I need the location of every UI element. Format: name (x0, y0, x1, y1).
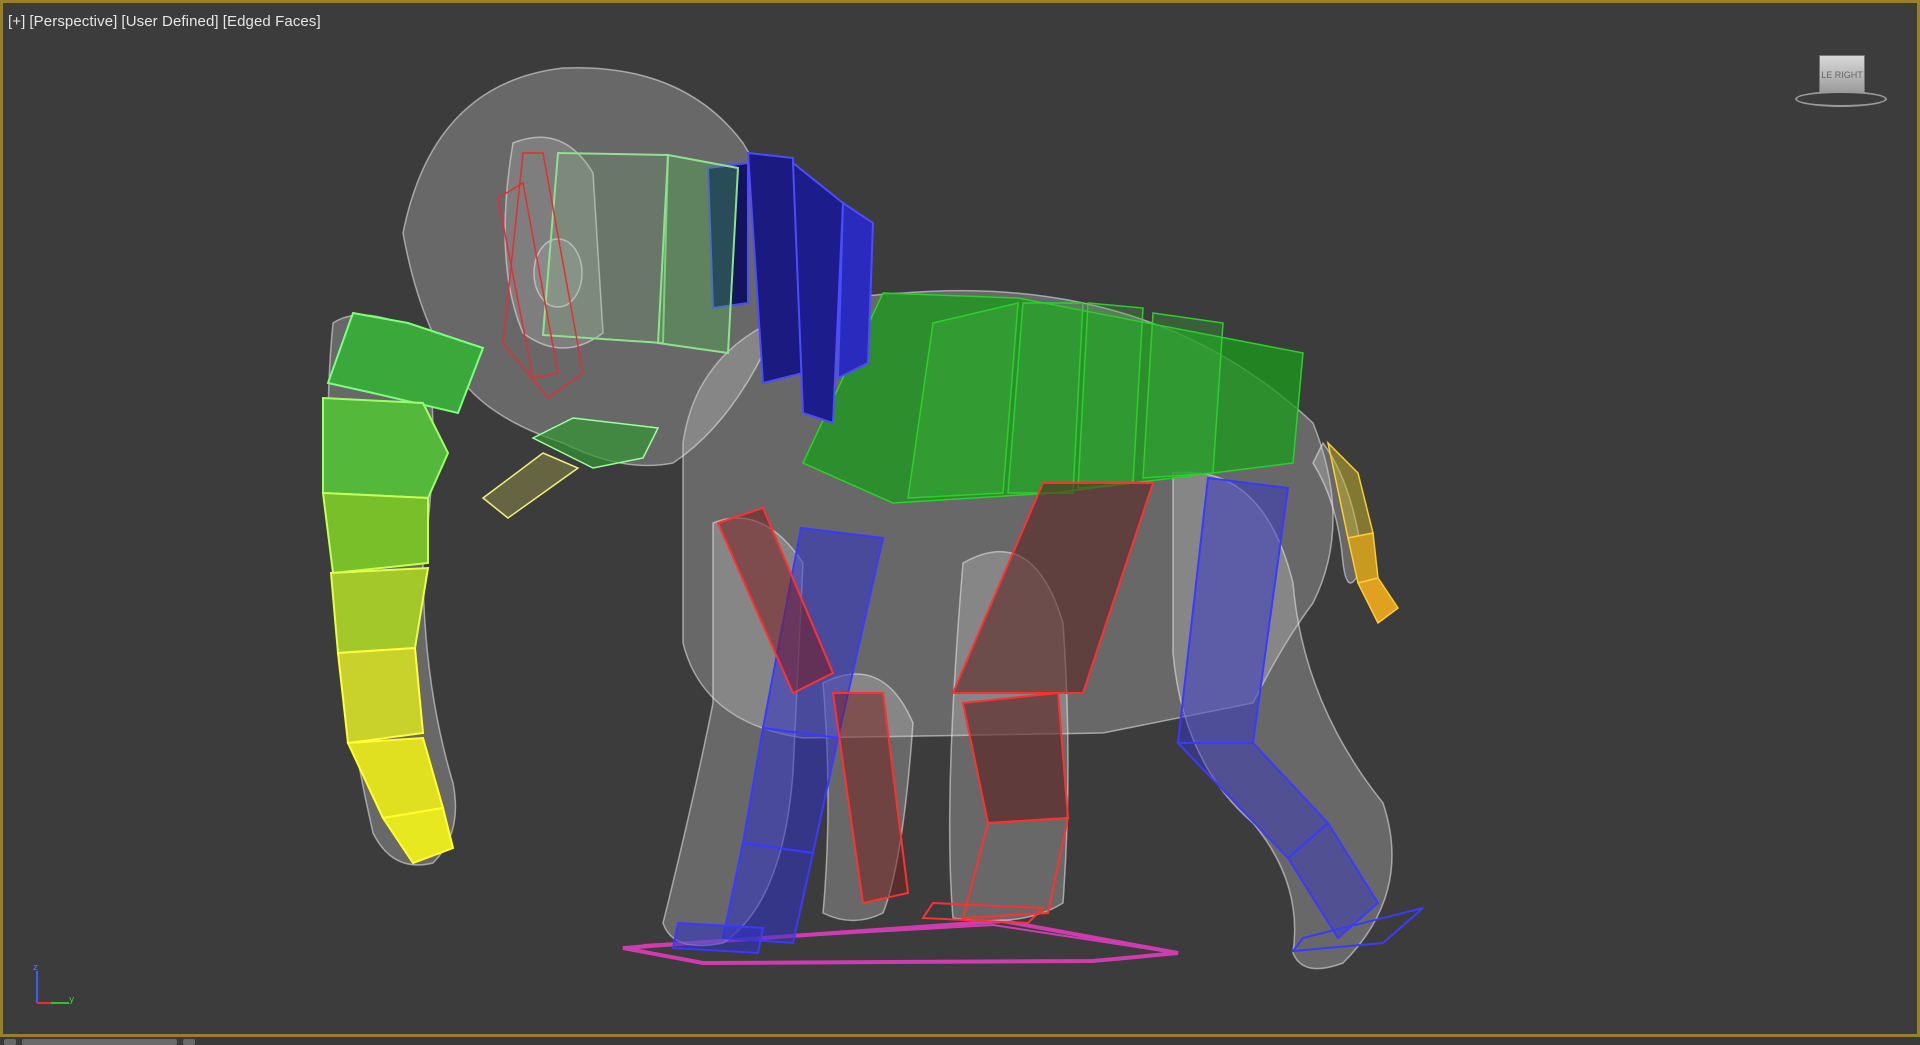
spine-bones[interactable] (801, 292, 1304, 504)
axis-y-label: y (69, 995, 75, 1005)
head-bone[interactable] (541, 151, 740, 355)
elephant-rig-scene[interactable] (3, 3, 1917, 1034)
mouth-bones[interactable] (481, 417, 660, 519)
viewport-bottom-scrollbar[interactable] (0, 1037, 1920, 1045)
axis-z-label: z (33, 963, 38, 973)
axis-tripod-icon: z y (29, 961, 79, 1011)
perspective-viewport[interactable]: [+] [Perspective] [User Defined] [Edged Fac… (0, 0, 1920, 1037)
